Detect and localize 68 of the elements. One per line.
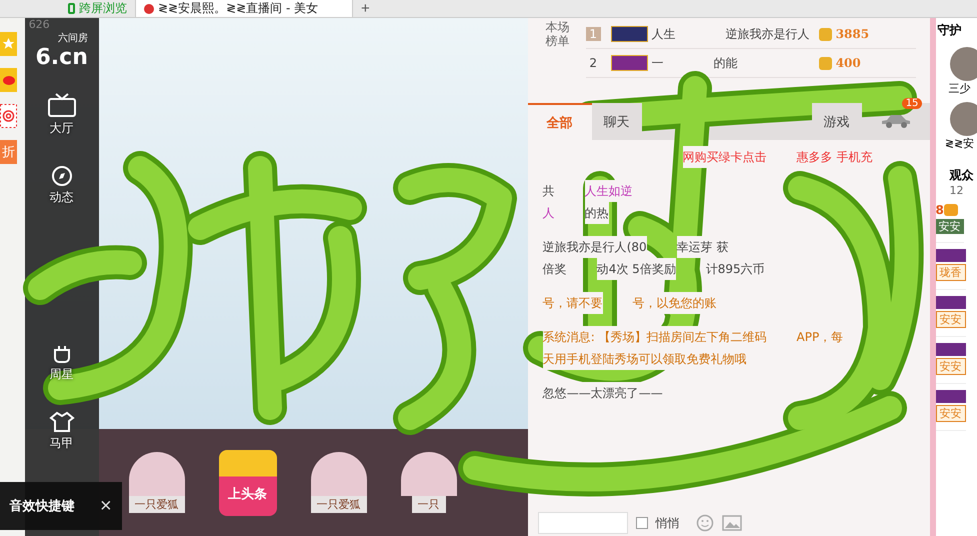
discount-button[interactable]: 折 [0, 140, 17, 164]
score-value: 3885 [836, 27, 870, 41]
avatar-placeholder [128, 452, 185, 496]
close-button[interactable]: × [100, 494, 112, 518]
avatar-placeholder[interactable] [950, 47, 977, 81]
guardian-name: 三少 [948, 81, 971, 96]
rank-badge-icon [610, 55, 648, 71]
logo-caption: 六间房 [58, 32, 88, 45]
chat-text: 天用手机登陆秀场可以领取免费礼物哦 [542, 348, 747, 370]
user-name: 一 [652, 54, 664, 72]
coin-icon [818, 56, 832, 70]
room-number: 626 [28, 18, 50, 31]
avatar-placeholder [400, 452, 457, 496]
user-name: 的能 [714, 54, 738, 72]
audience-title: 观众 [948, 167, 974, 184]
level-number: 8 [936, 203, 944, 217]
rank-number: 2 [588, 56, 598, 70]
tv-icon [46, 92, 77, 118]
phone-icon [68, 3, 75, 14]
user-tag[interactable]: 珑香 [936, 264, 966, 281]
audience-count: 12 [948, 184, 964, 197]
chat-text: 号，以免您的账 [632, 292, 717, 314]
sidebar-item[interactable]: 大厅 [46, 92, 77, 137]
sidebar-item[interactable]: 动态 [50, 165, 74, 206]
play-icon [144, 4, 154, 14]
user-tag[interactable]: 安安 [936, 405, 966, 422]
headline-button[interactable]: 上头条 [218, 450, 277, 516]
chat-text: 逆旅我亦是行人(80 [542, 236, 647, 258]
score-value: 400 [836, 56, 862, 70]
shirt-icon [48, 411, 75, 433]
user-badge-icon [936, 296, 966, 309]
ranking-title: 本场榜单 [546, 20, 571, 50]
fan-name-label: 一只 [412, 496, 446, 513]
eye-icon[interactable] [0, 68, 17, 92]
crown-icon [944, 204, 958, 216]
fan-name-label: 一只爱狐 [310, 496, 367, 513]
coin-icon [818, 28, 832, 40]
rank-badge-icon [610, 26, 648, 42]
chat-tab[interactable]: 全部 [528, 103, 592, 140]
user-name: 人生 [652, 26, 676, 42]
image-icon[interactable] [722, 515, 742, 531]
sidebar-item[interactable]: 周星 [50, 344, 74, 383]
sidebar-item[interactable]: 马甲 [48, 411, 75, 452]
user-badge-icon [936, 249, 966, 262]
fan-name-label: 一只爱狐 [128, 496, 185, 513]
user-name: 逆旅我亦是行人 [726, 26, 810, 42]
whisper-label: 悄悄 [656, 514, 680, 532]
chat-text: 的热 [584, 202, 609, 224]
chat-text: 系统消息: 【秀场】扫描房间左下角二维码 [542, 326, 767, 348]
chat-input[interactable] [538, 512, 628, 534]
user-badge-icon [936, 343, 966, 356]
user-tag[interactable]: 安安 [936, 358, 966, 375]
browser-tab[interactable]: ≷≷安晨熙。≷≷直播间 - 美女 [136, 0, 353, 17]
guardian-name: ≷≷安 [944, 136, 974, 151]
whisper-checkbox[interactable] [636, 517, 648, 529]
chat-text: 号，请不要 [542, 292, 603, 314]
compass-icon [50, 165, 73, 187]
user-tag[interactable]: 安安 [936, 311, 966, 328]
rank-number: 1 [586, 27, 601, 41]
smiley-icon[interactable] [696, 514, 714, 532]
user-tag[interactable]: 安安 [936, 219, 964, 234]
user-badge-icon [936, 390, 966, 403]
avatar-placeholder [310, 452, 367, 496]
avatar-placeholder[interactable] [950, 102, 977, 136]
tooltip-text: 音效快捷键 [10, 498, 75, 515]
chat-text: 网购买绿卡点击 [682, 146, 767, 168]
site-logo[interactable]: 6.cn [36, 45, 88, 70]
guard-title: 守护 [936, 22, 962, 39]
